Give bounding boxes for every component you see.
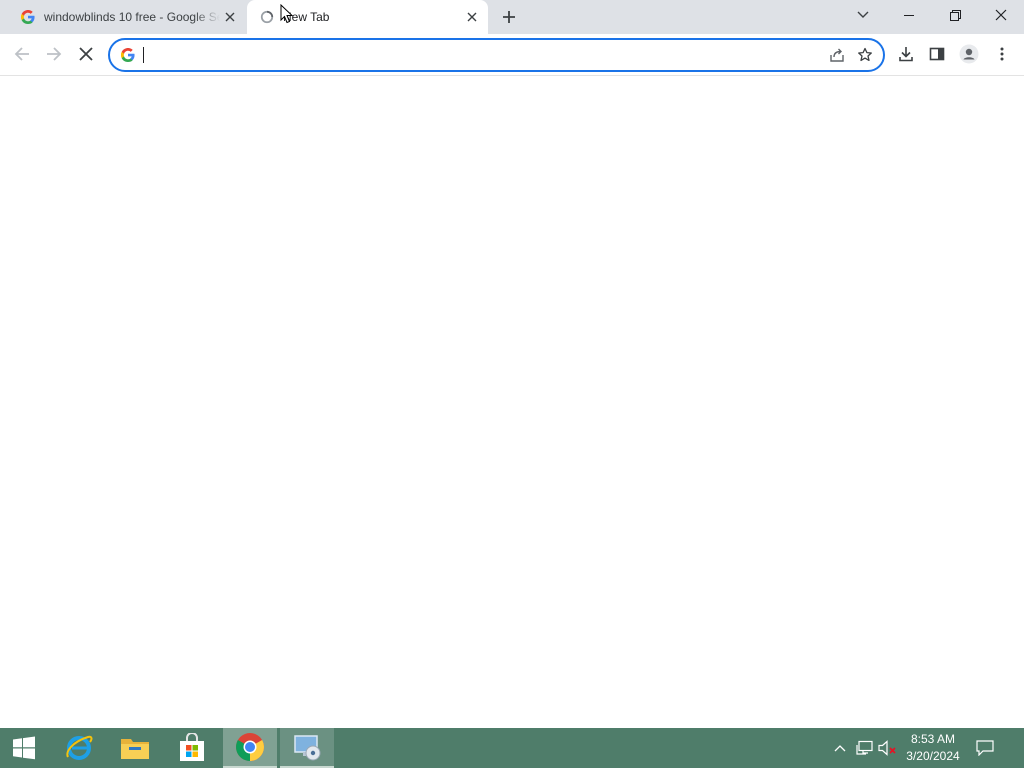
address-bar[interactable] [108, 38, 885, 72]
store-icon [180, 733, 204, 761]
folder-icon [121, 739, 149, 759]
close-icon[interactable] [462, 7, 482, 27]
address-input[interactable] [144, 43, 823, 67]
chevron-down-icon [857, 11, 869, 18]
minimize-icon [904, 15, 914, 16]
page-content [0, 77, 1024, 728]
download-icon [899, 47, 913, 62]
browser-toolbar [0, 34, 1024, 76]
windows-logo-icon [13, 736, 35, 760]
tab-google-search[interactable]: windowblinds 10 free - Google Search [8, 0, 246, 34]
chevron-up-icon [834, 745, 846, 752]
clock-date: 3/20/2024 [906, 749, 960, 763]
share-icon[interactable] [823, 41, 851, 69]
clock-time: 8:53 AM [910, 732, 956, 746]
system-clock[interactable]: 8:53 AM 3/20/2024 [902, 731, 964, 765]
chrome-menu-button[interactable] [987, 39, 1017, 69]
tab-title: New Tab [283, 10, 330, 24]
taskbar-internet-explorer[interactable] [52, 728, 106, 768]
kebab-menu-icon [1000, 47, 1004, 61]
taskbar-file-explorer[interactable] [108, 728, 162, 768]
profile-button[interactable] [954, 39, 984, 69]
close-icon[interactable] [220, 7, 240, 27]
network-icon [856, 740, 873, 755]
start-button[interactable] [0, 728, 48, 768]
taskbar-chrome[interactable] [223, 728, 277, 768]
taskbar-store[interactable] [165, 728, 219, 768]
back-button[interactable] [7, 39, 37, 69]
forward-button[interactable] [39, 39, 69, 69]
restore-icon [949, 9, 961, 21]
arrow-right-icon [47, 47, 62, 61]
volume-muted-icon [878, 740, 896, 756]
internet-explorer-icon [66, 735, 93, 760]
google-g-icon [120, 47, 136, 63]
minimize-button[interactable] [886, 0, 932, 30]
plus-icon [503, 11, 515, 23]
control-panel-icon [294, 735, 321, 761]
side-panel-button[interactable] [922, 39, 952, 69]
google-g-icon [20, 9, 36, 25]
star-icon[interactable] [851, 41, 879, 69]
notification-icon [976, 740, 994, 756]
tab-strip: windowblinds 10 free - Google Search New… [0, 0, 1024, 34]
chrome-icon [236, 733, 264, 761]
volume-tray-button[interactable] [878, 738, 898, 758]
tab-title: windowblinds 10 free - Google Search [44, 10, 220, 24]
taskbar: 8:53 AM 3/20/2024 [0, 728, 1024, 768]
side-panel-icon [929, 47, 945, 61]
action-center-button[interactable] [972, 736, 998, 760]
download-button[interactable] [891, 39, 921, 69]
new-tab-button[interactable] [497, 5, 521, 29]
close-icon [995, 9, 1007, 21]
loading-spinner-icon [259, 9, 275, 25]
stop-x-icon [79, 47, 93, 61]
stop-loading-button[interactable] [71, 39, 101, 69]
restore-button[interactable] [932, 0, 978, 30]
arrow-left-icon [14, 47, 29, 61]
taskbar-control-panel[interactable] [280, 728, 334, 768]
profile-icon [959, 44, 979, 64]
text-caret [143, 47, 144, 63]
show-hidden-icons-button[interactable] [830, 738, 850, 758]
close-window-button[interactable] [978, 0, 1024, 30]
tab-search-button[interactable] [850, 4, 876, 26]
network-tray-button[interactable] [855, 738, 875, 758]
mouse-cursor-icon [280, 4, 294, 24]
